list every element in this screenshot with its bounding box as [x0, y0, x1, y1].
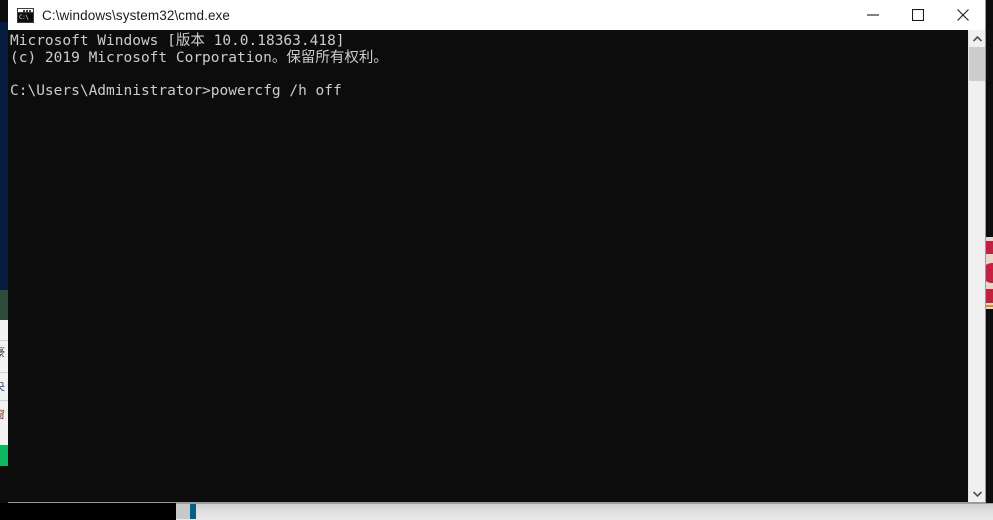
scroll-down-arrow-icon[interactable] [969, 485, 985, 502]
minimize-button[interactable] [850, 0, 895, 30]
background-window-navy-strip [0, 22, 8, 290]
background-bottom-filler [0, 503, 176, 519]
background-horizontal-scrollbar[interactable] [176, 503, 993, 520]
background-panel-glyph: 央 [0, 380, 8, 394]
scroll-up-arrow-icon[interactable] [969, 30, 985, 47]
cmd-icon-dot [26, 9, 28, 12]
vertical-scrollbar-track[interactable] [969, 81, 985, 485]
cmd-icon-dot [23, 9, 25, 12]
window-title: C:\windows\system32\cmd.exe [42, 7, 231, 23]
background-panel-divider [0, 372, 8, 373]
console-output-area[interactable]: Microsoft Windows [版本 10.0.18363.418] (c… [8, 30, 985, 502]
vertical-scrollbar-thumb[interactable] [969, 47, 985, 81]
background-window-left-panel: 豪 央 窗 [0, 320, 8, 445]
close-button[interactable] [940, 0, 985, 30]
horizontal-scrollbar-thumb[interactable] [176, 504, 190, 519]
background-panel-glyph: 豪 [0, 346, 8, 360]
background-panel-divider [0, 340, 8, 341]
background-panel-divider [0, 400, 8, 401]
background-panel-glyph: 窗 [0, 408, 8, 422]
cmd-icon: C:\ [17, 7, 34, 23]
horizontal-scrollbar-accent [190, 504, 196, 519]
cmd-window: C:\ C:\windows\system32\cmd.exe Microsof… [8, 0, 986, 503]
maximize-button[interactable] [895, 0, 940, 30]
window-controls [850, 0, 985, 30]
vertical-scrollbar[interactable] [968, 30, 985, 502]
cmd-icon-glyph: C:\ [18, 12, 33, 22]
cmd-icon-dot [29, 9, 31, 12]
console-text: Microsoft Windows [版本 10.0.18363.418] (c… [10, 33, 388, 99]
window-titlebar[interactable]: C:\ C:\windows\system32\cmd.exe [8, 0, 985, 30]
background-window-green-strip [0, 290, 8, 320]
